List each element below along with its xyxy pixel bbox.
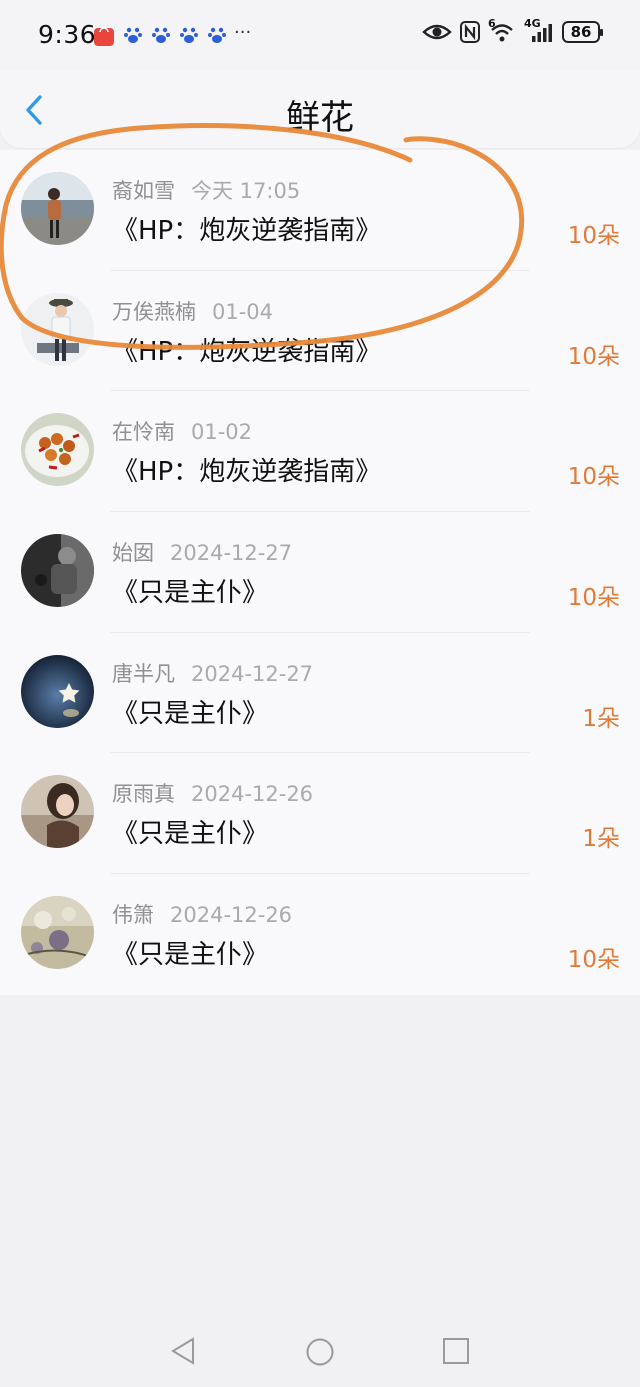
avatar: [21, 654, 94, 728]
flower-count: 10朵: [567, 585, 620, 612]
item-meta: 始囡 2024-12-27: [112, 537, 292, 567]
list-item[interactable]: 裔如雪 今天 17:05 《HP：炮灰逆袭指南》 10朵: [0, 150, 640, 271]
sender-name: 唐半凡: [112, 661, 175, 686]
empty-area: [0, 995, 640, 1315]
book-title: 《HP：炮灰逆袭指南》: [112, 216, 382, 246]
item-date: 01-02: [191, 420, 253, 445]
avatar: [21, 413, 94, 487]
book-title: 《只是主仆》: [112, 578, 269, 609]
book-title: 《只是主仆》: [112, 698, 269, 729]
item-meta: 原雨真 2024-12-26: [112, 778, 313, 808]
status-bar: 9:36 ··· 6 4G 86: [0, 0, 640, 70]
home-circle-icon[interactable]: [305, 1337, 335, 1367]
sender-name: 伟箫: [112, 903, 154, 928]
item-date: 2024-12-27: [170, 541, 293, 566]
battery-indicator: 86: [562, 21, 603, 43]
item-meta: 唐半凡 2024-12-27: [112, 658, 313, 688]
book-title: 《只是主仆》: [112, 940, 269, 971]
avatar: [21, 534, 94, 608]
sender-name: 万俟燕楠: [112, 299, 196, 324]
baidu-paw-icon: [152, 27, 170, 43]
baidu-paw-icon: [208, 27, 226, 43]
book-title: 《只是主仆》: [112, 819, 269, 850]
recent-apps-square-icon[interactable]: [442, 1337, 470, 1365]
list-item[interactable]: 在怜南 01-02 《HP：炮灰逆袭指南》 10朵: [0, 391, 640, 513]
book-title: 《HP：炮灰逆袭指南》: [112, 336, 382, 367]
shopping-app-icon: [94, 27, 114, 46]
cellular-signal-icon: 4G: [524, 17, 554, 43]
sender-name: 原雨真: [112, 782, 175, 807]
list-item[interactable]: 万俟燕楠 01-04 《HP：炮灰逆袭指南》 10朵: [0, 271, 640, 392]
item-meta: 裔如雪 今天 17:05: [112, 175, 300, 205]
item-date: 2024-12-26: [170, 903, 293, 928]
flower-count: 10朵: [567, 343, 620, 370]
baidu-paw-icon: [124, 27, 142, 43]
more-notifications-icon: ···: [234, 22, 252, 43]
book-title: 《HP：炮灰逆袭指南》: [112, 457, 382, 488]
avatar: [21, 775, 94, 849]
flower-count: 1朵: [582, 705, 620, 732]
avatar: [21, 896, 94, 970]
eye-icon: [422, 24, 452, 40]
page-title: 鲜花: [286, 98, 354, 138]
status-time: 9:36: [38, 20, 97, 49]
list-item[interactable]: 伟箫 2024-12-26 《只是主仆》 10朵: [0, 874, 640, 995]
list-item[interactable]: 唐半凡 2024-12-27 《只是主仆》 1朵: [0, 633, 640, 754]
baidu-paw-icon: [180, 27, 198, 43]
item-date: 2024-12-26: [191, 782, 314, 807]
flower-count: 10朵: [567, 947, 620, 974]
nav-header: 鲜花: [0, 70, 640, 148]
list-item[interactable]: 始囡 2024-12-27 《只是主仆》 10朵: [0, 512, 640, 633]
status-icons: 6 4G 86: [422, 17, 603, 43]
flower-count: 10朵: [567, 464, 620, 491]
flower-count: 1朵: [582, 826, 620, 853]
avatar: [21, 292, 94, 366]
flower-list: 裔如雪 今天 17:05 《HP：炮灰逆袭指南》 10朵 万俟燕楠 01-04 《H…: [0, 150, 640, 995]
system-nav-bar: [0, 1315, 640, 1387]
nfc-icon: [460, 21, 480, 43]
avatar: [21, 172, 94, 245]
item-date: 01-04: [212, 299, 274, 324]
back-triangle-icon[interactable]: [170, 1337, 196, 1365]
sender-name: 裔如雪: [112, 179, 175, 203]
sender-name: 在怜南: [112, 420, 175, 445]
item-meta: 万俟燕楠 01-04: [112, 296, 273, 326]
flower-count: 10朵: [567, 223, 620, 249]
item-meta: 伟箫 2024-12-26: [112, 899, 292, 929]
list-item[interactable]: 原雨真 2024-12-26 《只是主仆》 1朵: [0, 753, 640, 875]
item-meta: 在怜南 01-02: [112, 416, 252, 446]
sender-name: 始囡: [112, 541, 154, 566]
item-date: 2024-12-27: [191, 661, 314, 686]
item-date: 今天 17:05: [191, 179, 301, 203]
wifi-icon: 6: [488, 17, 516, 43]
